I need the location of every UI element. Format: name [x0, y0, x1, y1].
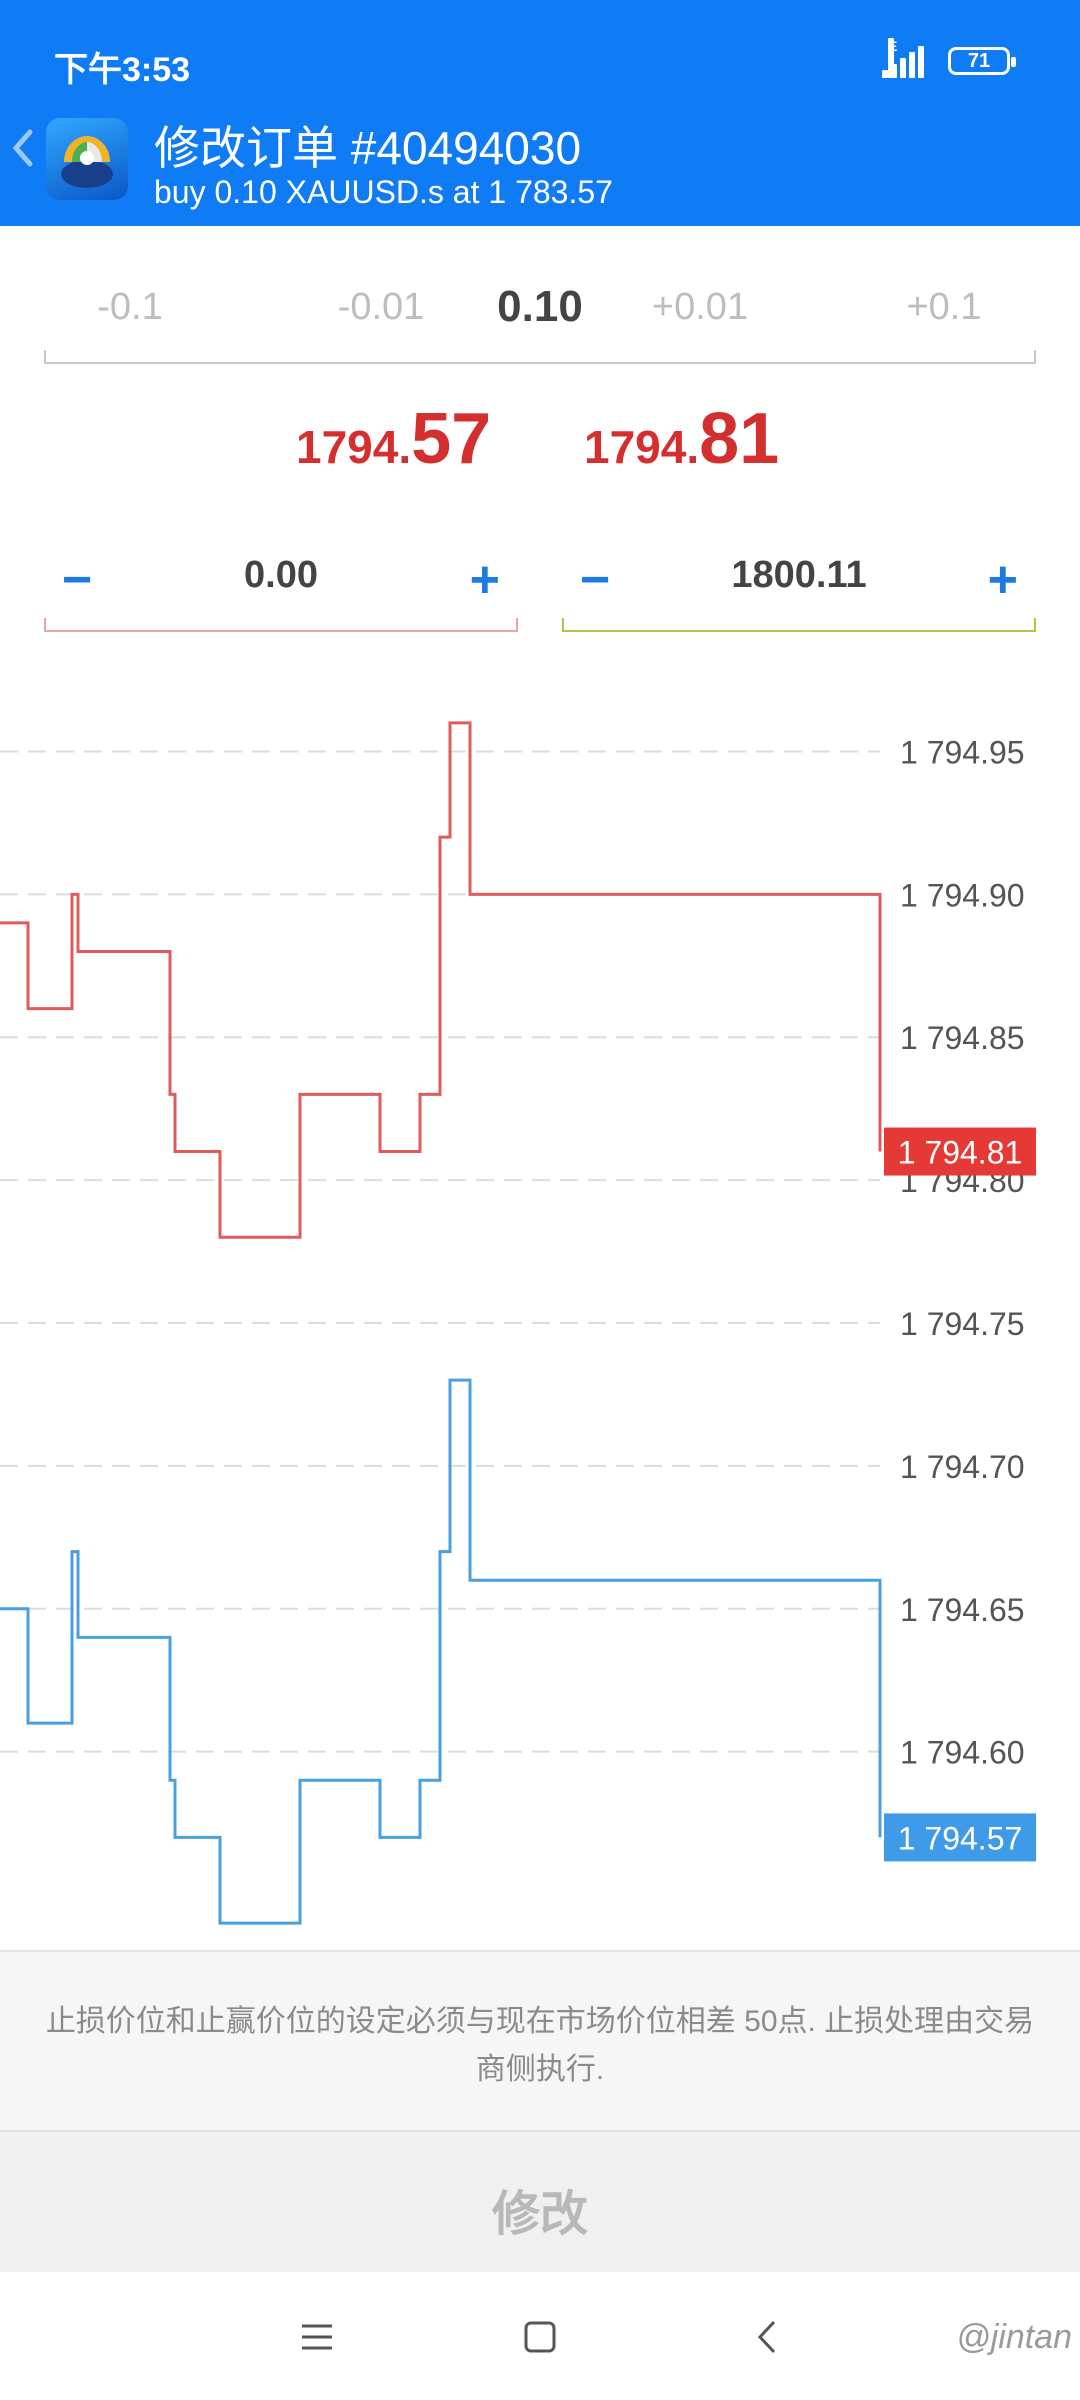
take-profit-minus-button[interactable]: −: [580, 550, 610, 610]
take-profit-input[interactable]: 1800.11: [642, 554, 956, 597]
take-profit-field: − 1800.11 +: [562, 540, 1036, 632]
volume-selector[interactable]: -0.1 -0.01 0.10 +0.01 +0.1: [44, 280, 1036, 362]
modify-bar: 修改: [0, 2130, 1080, 2272]
volume-option[interactable]: -0.01: [338, 286, 425, 329]
metatrader-logo: [46, 118, 128, 200]
ask-price-small: 1794.: [584, 421, 700, 473]
price-line: [0, 1378, 882, 1925]
y-tick-label: 1 794.70: [900, 1449, 1025, 1485]
price-line: [0, 721, 882, 1239]
menu-icon[interactable]: [292, 2312, 342, 2362]
app-header: 下午3:53 E 71 修改订单 #40494030 buy 0.10 XAUU…: [0, 0, 1080, 226]
stop-loss-field: − 0.00 +: [44, 540, 518, 632]
back-icon[interactable]: [742, 2312, 792, 2362]
volume-scale-line: [44, 350, 1036, 364]
stop-loss-minus-button[interactable]: −: [62, 550, 92, 610]
y-tick-label: 1 794.65: [900, 1592, 1025, 1628]
page-title: 修改订单 #40494030: [154, 122, 582, 174]
current-price-label: 1 794.81: [898, 1135, 1023, 1171]
take-profit-plus-button[interactable]: +: [988, 550, 1018, 610]
stop-loss-underline: [44, 618, 518, 632]
home-icon[interactable]: [515, 2312, 565, 2362]
current-price-label: 1 794.57: [898, 1820, 1023, 1856]
volume-option[interactable]: -0.1: [97, 286, 162, 329]
bid-price-big: 57: [411, 399, 492, 479]
y-tick-label: 1 794.75: [900, 1306, 1025, 1342]
take-profit-underline: [562, 618, 1036, 632]
system-nav-bar: @jintan: [0, 2272, 1080, 2400]
stop-loss-input[interactable]: 0.00: [124, 554, 438, 597]
ask-price-big: 81: [699, 399, 780, 479]
order-summary: buy 0.10 XAUUSD.s at 1 783.57: [154, 174, 613, 210]
watermark: @jintan: [956, 2318, 1072, 2356]
y-tick-label: 1 794.90: [900, 877, 1025, 913]
tick-chart[interactable]: 1 794.951 794.901 794.851 794.801 794.75…: [0, 650, 1080, 1950]
y-tick-label: 1 794.95: [900, 734, 1025, 770]
volume-selected[interactable]: 0.10: [497, 282, 583, 332]
bid-price: 1794.57: [296, 398, 491, 480]
volume-option[interactable]: +0.1: [906, 286, 981, 329]
volume-option[interactable]: +0.01: [652, 286, 748, 329]
status-icons: E 71: [880, 38, 1016, 78]
signal-icon: E: [880, 38, 932, 78]
status-time: 下午3:53: [54, 51, 191, 89]
ask-price: 1794.81: [584, 398, 779, 480]
y-tick-label: 1 794.60: [900, 1735, 1025, 1771]
modify-button[interactable]: 修改: [0, 2174, 1080, 2244]
info-note-box: 止损价位和止赢价位的设定必须与现在市场价位相差 50点. 止损处理由交易商侧执行…: [0, 1950, 1080, 2132]
back-chevron-icon[interactable]: [10, 128, 34, 168]
y-tick-label: 1 794.85: [900, 1020, 1025, 1056]
stop-loss-plus-button[interactable]: +: [470, 550, 500, 610]
info-note: 止损价位和止赢价位的设定必须与现在市场价位相差 50点. 止损处理由交易商侧执行…: [45, 2005, 1035, 2086]
battery-icon: 71: [948, 47, 1016, 75]
bid-price-small: 1794.: [296, 421, 412, 473]
